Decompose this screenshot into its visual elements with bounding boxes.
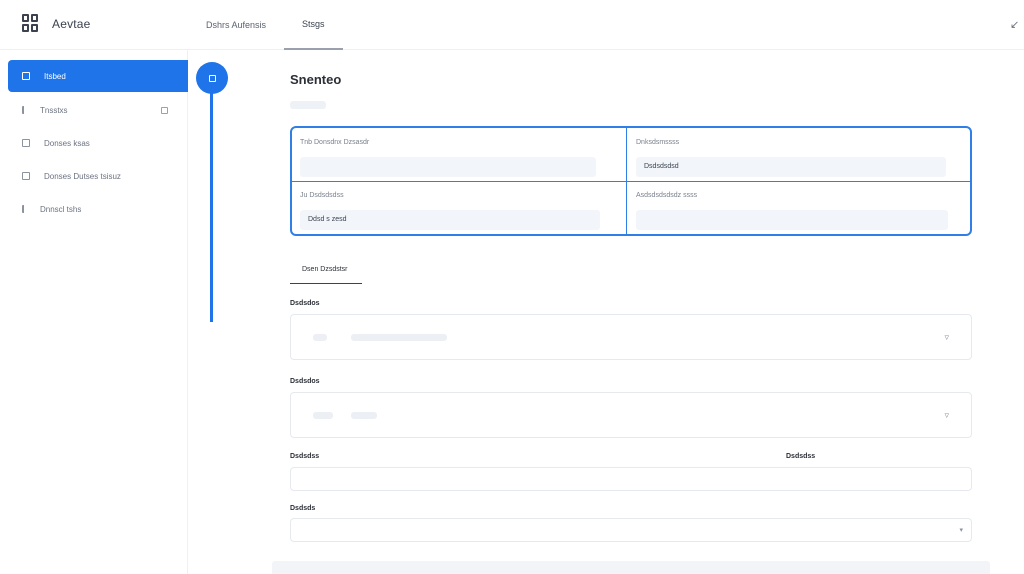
section-tab[interactable]: Dsen Dzsdstsr xyxy=(290,256,362,284)
sidebar: Itsbed Tnsstxs Donses ksas Donses Dutses… xyxy=(0,50,188,574)
page-subtitle-placeholder xyxy=(290,101,326,109)
brand-name: Aevtae xyxy=(52,17,91,31)
sidebar-item-label: Donses ksas xyxy=(44,138,90,148)
footer-bar xyxy=(272,561,990,574)
placeholder-bar xyxy=(351,412,377,419)
tab-first[interactable]: Dshrs Aufensis xyxy=(188,0,284,50)
placeholder-bar xyxy=(313,412,333,419)
sidebar-item-label: Itsbed xyxy=(44,71,66,81)
page-title: Snenteo xyxy=(290,72,342,87)
text-input-1[interactable] xyxy=(290,467,972,491)
expand-icon[interactable] xyxy=(161,106,168,114)
sidebar-item-1[interactable]: Itsbed xyxy=(8,60,188,92)
square-icon xyxy=(22,139,30,147)
info-card: Tnb Donsdnx Dzsasdr Dnksdsmssss Dsdsdsds… xyxy=(290,126,972,236)
tab-second[interactable]: Stsgs xyxy=(284,0,343,50)
sidebar-item-5[interactable]: Dnnscl tshs xyxy=(8,193,188,225)
field-label-3: Dsdsdss xyxy=(290,453,320,460)
top-bar: Aevtae Dshrs Aufensis Stsgs ↙ xyxy=(0,0,1024,50)
square-icon xyxy=(22,72,30,80)
info-field-2[interactable]: Dsdsdsdsd xyxy=(636,157,946,177)
step-icon xyxy=(208,74,216,82)
step-progress-line xyxy=(210,92,213,322)
logo-grid-icon xyxy=(22,14,40,34)
field-label-2: Dsdsdos xyxy=(290,378,320,385)
field-label-1: Dsdsdos xyxy=(290,300,320,307)
field-label-3b: Dsdsdss xyxy=(786,453,816,460)
placeholder-bar xyxy=(351,334,447,341)
list-icon xyxy=(22,106,26,114)
sidebar-item-3[interactable]: Donses ksas xyxy=(8,127,188,159)
sidebar-item-label: Tnsstxs xyxy=(40,105,68,115)
select-field-1[interactable]: ▿ xyxy=(290,314,972,360)
info-field-4[interactable] xyxy=(636,210,948,230)
info-label-1: Tnb Donsdnx Dzsasdr xyxy=(300,139,370,146)
chevron-down-icon: ▿ xyxy=(944,410,949,420)
sidebar-item-label: Donses Dutses tsisuz xyxy=(44,171,121,181)
info-field-1[interactable] xyxy=(300,157,596,177)
info-label-3: Ju Dsdsdsdss xyxy=(300,192,344,199)
info-label-4: Asdsdsdsdsdz ssss xyxy=(636,192,698,199)
chevron-down-icon: ▿ xyxy=(944,332,949,342)
header-tabs: Dshrs Aufensis Stsgs xyxy=(188,0,343,50)
step-indicator[interactable] xyxy=(196,62,228,94)
dropdown-field[interactable]: ▾ xyxy=(290,518,972,542)
list-icon xyxy=(22,205,26,213)
divider xyxy=(292,181,970,182)
sidebar-item-2[interactable]: Tnsstxs xyxy=(8,94,188,126)
square-icon xyxy=(22,172,30,180)
info-label-2: Dnksdsmssss xyxy=(636,139,680,146)
info-field-3[interactable]: Ddsd s zesd xyxy=(300,210,600,230)
collapse-icon[interactable]: ↙ xyxy=(1010,18,1019,31)
chevron-down-icon: ▾ xyxy=(959,527,963,534)
sidebar-item-4[interactable]: Donses Dutses tsisuz xyxy=(8,160,188,192)
select-field-2[interactable]: ▿ xyxy=(290,392,972,438)
brand[interactable]: Aevtae xyxy=(22,14,91,34)
field-label-4: Dsdsds xyxy=(290,505,316,512)
sidebar-item-label: Dnnscl tshs xyxy=(40,204,82,214)
placeholder-bar xyxy=(313,334,327,341)
